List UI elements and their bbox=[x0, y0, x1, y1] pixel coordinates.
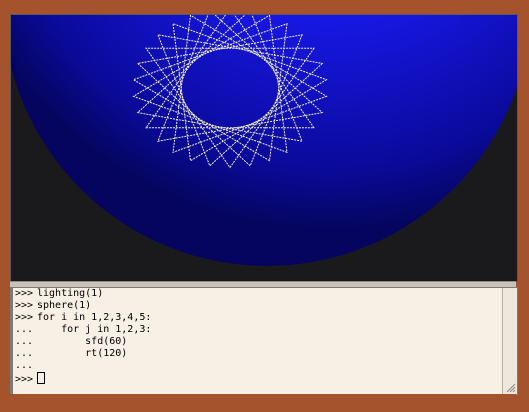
console-prompt: >>> bbox=[15, 288, 34, 299]
console-line: >>> sphere(1) bbox=[15, 300, 501, 312]
console-code: sfd(60) bbox=[37, 336, 128, 347]
console-code: rt(120) bbox=[37, 348, 128, 359]
text-cursor bbox=[37, 372, 45, 384]
console-line: ... for j in 1,2,3: bbox=[15, 324, 501, 336]
console-scrollbar[interactable] bbox=[502, 288, 517, 394]
console-code: for j in 1,2,3: bbox=[37, 324, 152, 335]
console-line: ... sfd(60) bbox=[15, 336, 501, 348]
console-output: >>> lighting(1) >>> sphere(1) >>> for i in 1,… bbox=[15, 288, 501, 385]
console-input-prompt: >>> bbox=[15, 374, 34, 385]
python-console[interactable]: >>> lighting(1) >>> sphere(1) >>> for i in 1,… bbox=[10, 287, 518, 395]
console-code: lighting(1) bbox=[37, 288, 104, 299]
scene-canvas[interactable] bbox=[11, 15, 517, 281]
console-prompt: ... bbox=[15, 324, 34, 335]
app-window: >>> lighting(1) >>> sphere(1) >>> for i in 1,… bbox=[0, 0, 529, 412]
console-line: >>> for i in 1,2,3,4,5: bbox=[15, 312, 501, 324]
window-bottom-border bbox=[10, 394, 516, 400]
console-line: >>> lighting(1) bbox=[15, 288, 501, 300]
console-line: ... rt(120) bbox=[15, 348, 501, 360]
console-line: ... bbox=[15, 360, 501, 372]
console-input-line[interactable]: >>> bbox=[15, 372, 501, 385]
console-code: sphere(1) bbox=[37, 300, 92, 311]
console-code: for i in 1,2,3,4,5: bbox=[37, 312, 152, 323]
console-prompt: ... bbox=[15, 336, 34, 347]
console-prompt: ... bbox=[15, 348, 34, 359]
console-prompt: ... bbox=[15, 360, 34, 371]
console-gutter bbox=[11, 288, 13, 394]
console-prompt: >>> bbox=[15, 300, 34, 311]
console-prompt: >>> bbox=[15, 312, 34, 323]
resize-grip-icon[interactable] bbox=[505, 382, 516, 393]
3d-viewport[interactable] bbox=[10, 14, 518, 282]
